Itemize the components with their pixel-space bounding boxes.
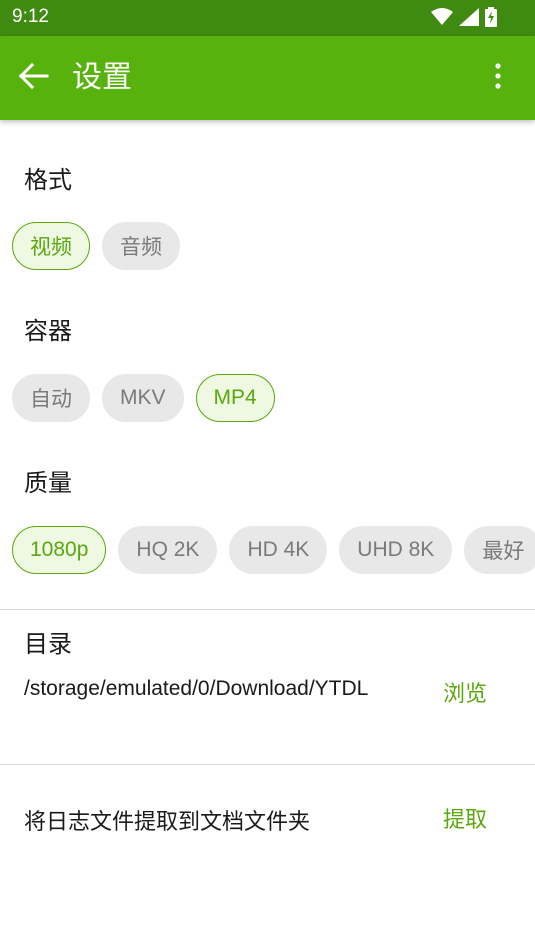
chip-video[interactable]: 视频: [12, 222, 90, 270]
app-bar: 设置: [0, 36, 535, 120]
chip-audio[interactable]: 音频: [102, 222, 180, 270]
quality-label: 质量: [24, 469, 72, 497]
format-label: 格式: [24, 166, 72, 194]
quality-chip-group[interactable]: 1080p HQ 2K HD 4K UHD 8K 最好: [12, 526, 535, 574]
directory-path: /storage/emulated/0/Download/YTDL: [24, 677, 369, 700]
status-time: 9:12: [12, 6, 49, 27]
overflow-menu-button[interactable]: [483, 60, 513, 96]
signal-icon: [459, 8, 479, 30]
format-chip-group: 视频 音频: [12, 222, 180, 270]
chip-auto[interactable]: 自动: [12, 374, 90, 422]
wifi-icon: [431, 8, 453, 30]
container-chip-group: 自动 MKV MP4: [12, 374, 275, 422]
arrow-back-icon: [18, 62, 49, 93]
chip-uhd-8k[interactable]: UHD 8K: [339, 526, 453, 574]
extract-button[interactable]: 提取: [443, 802, 487, 834]
chip-1080p[interactable]: 1080p: [12, 526, 107, 574]
chip-mp4[interactable]: MP4: [195, 374, 275, 422]
battery-charging-icon: [485, 7, 497, 31]
chip-hq-2k[interactable]: HQ 2K: [118, 526, 218, 574]
chip-mkv[interactable]: MKV: [102, 374, 184, 422]
status-bar: 9:12: [0, 0, 535, 36]
container-label: 容器: [24, 317, 72, 345]
more-vert-icon: [495, 63, 501, 93]
browse-button[interactable]: 浏览: [443, 676, 487, 708]
chip-best[interactable]: 最好: [464, 526, 535, 574]
status-icons: [431, 7, 497, 31]
chip-hd-4k[interactable]: HD 4K: [229, 526, 328, 574]
directory-label: 目录: [24, 630, 72, 658]
divider: [0, 764, 535, 765]
back-button[interactable]: [14, 58, 54, 98]
divider: [0, 609, 535, 610]
page-title: 设置: [72, 60, 132, 95]
extract-logs-label: 将日志文件提取到文档文件夹: [24, 810, 311, 835]
